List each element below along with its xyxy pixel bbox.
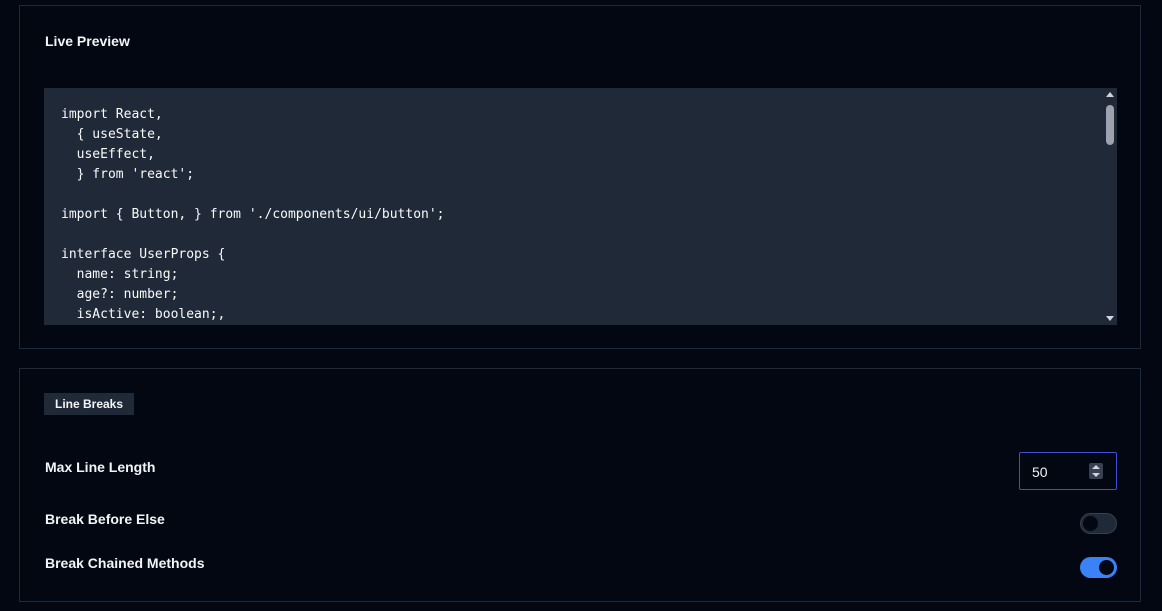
break-chained-methods-label: Break Chained Methods <box>45 555 205 571</box>
code-line: age?: number; <box>61 287 179 302</box>
break-before-else-toggle[interactable] <box>1080 513 1117 534</box>
max-line-length-field[interactable] <box>1019 452 1117 490</box>
scroll-down-icon[interactable] <box>1106 316 1114 321</box>
code-line: name: string; <box>61 267 179 282</box>
scroll-up-icon[interactable] <box>1106 92 1114 97</box>
stepper-arrows-icon[interactable] <box>1089 463 1103 479</box>
line-breaks-panel: Line Breaks Max Line Length Break Before… <box>19 368 1141 602</box>
increment-icon[interactable] <box>1092 465 1100 469</box>
live-preview-title: Live Preview <box>45 33 130 49</box>
max-line-length-label: Max Line Length <box>45 459 156 475</box>
toggle-knob <box>1083 516 1098 531</box>
live-preview-panel: Live Preview import React, { useState, u… <box>19 5 1141 349</box>
break-chained-methods-toggle[interactable] <box>1080 557 1117 578</box>
code-line: import { Button, } from './components/ui… <box>61 207 445 222</box>
code-line: { useState, <box>61 127 163 142</box>
line-breaks-badge: Line Breaks <box>44 393 135 415</box>
code-line: } from 'react'; <box>61 167 195 182</box>
code-line: interface UserProps { <box>61 247 226 262</box>
decrement-icon[interactable] <box>1092 473 1100 477</box>
max-line-length-input[interactable] <box>1032 462 1082 482</box>
code-scrollbar[interactable] <box>1103 88 1117 325</box>
code-preview[interactable]: import React, { useState, useEffect, } f… <box>44 88 1117 325</box>
scroll-thumb[interactable] <box>1106 105 1114 145</box>
code-line: import React, <box>61 107 163 122</box>
code-content: import React, { useState, useEffect, } f… <box>61 105 445 325</box>
toggle-knob <box>1099 560 1114 575</box>
code-line: isActive: boolean;, <box>61 307 226 322</box>
break-before-else-label: Break Before Else <box>45 511 165 527</box>
code-line: useEffect, <box>61 147 155 162</box>
